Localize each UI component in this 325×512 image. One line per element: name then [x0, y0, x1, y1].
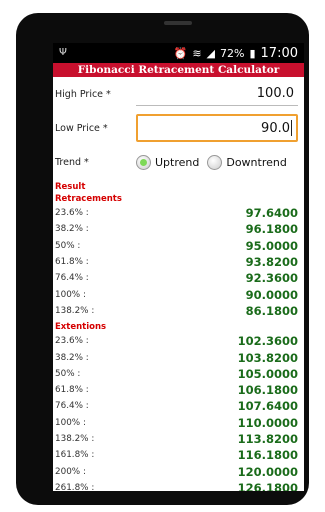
low-price-value: 90.0 — [261, 120, 290, 136]
result-row: 76.4% : 92.3600 — [53, 270, 304, 286]
level-label: 76.4% : — [55, 273, 89, 284]
radio-unchecked-icon — [207, 154, 223, 170]
result-row: 61.8% : 106.1800 — [53, 382, 304, 398]
signal-icon: ◢ — [206, 46, 216, 60]
alarm-icon: ⏰ — [173, 46, 188, 60]
phone-speaker — [164, 21, 192, 25]
level-label: 61.8% : — [55, 385, 89, 396]
result-heading: Result — [55, 182, 86, 192]
trend-row: Trend * Uptrend Downtrend — [53, 149, 304, 175]
high-price-label: High Price * — [55, 88, 111, 100]
high-price-field[interactable]: 100.0 — [136, 82, 298, 106]
result-row: 200% : 120.0000 — [53, 463, 304, 479]
result-row: 23.6% : 97.6400 — [53, 205, 304, 221]
level-value: 92.3600 — [245, 271, 298, 286]
app-title: Fibonacci Retracement Calculator — [53, 63, 304, 77]
result-row: 23.6% : 102.3600 — [53, 333, 304, 349]
result-row: 38.2% : 96.1800 — [53, 221, 304, 237]
level-value: 93.8200 — [245, 255, 298, 270]
level-label: 261.8% : — [55, 482, 95, 491]
level-value: 110.0000 — [237, 415, 298, 430]
high-price-row: High Price * 100.0 — [53, 79, 304, 109]
result-row: 161.8% : 116.1800 — [53, 447, 304, 463]
results: Result Retracements 23.6% :97.6400 38.2% … — [53, 181, 304, 491]
level-label: 100% : — [55, 417, 86, 428]
level-value: 107.6400 — [237, 399, 298, 414]
level-label: 61.8% : — [55, 257, 89, 268]
downtrend-label: Downtrend — [226, 155, 287, 169]
level-value: 90.0000 — [245, 287, 298, 302]
level-label: 100% : — [55, 289, 86, 300]
level-label: 161.8% : — [55, 450, 95, 461]
downtrend-radio[interactable]: Downtrend — [207, 154, 287, 170]
level-label: 138.2% : — [55, 434, 95, 444]
screen: Ψ ⏰ ≋ ◢ 72% ▮ 17:00 Fibonacci Retracemen… — [53, 43, 304, 491]
result-row: 76.4% : 107.6400 — [53, 398, 304, 414]
level-label: 200% : — [55, 466, 86, 477]
low-price-field[interactable]: 90.0 — [136, 114, 298, 142]
text-caret — [291, 120, 292, 136]
low-price-label: Low Price * — [55, 122, 108, 134]
usb-icon: Ψ — [59, 47, 67, 58]
extensions-heading: Extentions — [55, 322, 107, 333]
result-row: 138.2% : 113.8200 — [53, 431, 304, 447]
level-value: 95.0000 — [245, 238, 298, 253]
low-price-row: Low Price * 90.0 — [53, 111, 304, 145]
level-value: 113.8200 — [237, 432, 298, 446]
wifi-icon: ≋ — [192, 46, 202, 60]
extensions-list: 23.6% : 102.3600 38.2% : 103.8200 50% : 105.0… — [53, 333, 304, 491]
result-row: 61.8% : 93.8200 — [53, 254, 304, 270]
level-label: 38.2% : — [55, 224, 89, 235]
phone-frame: Ψ ⏰ ≋ ◢ 72% ▮ 17:00 Fibonacci Retracemen… — [16, 13, 309, 505]
level-value: 105.0000 — [237, 366, 298, 381]
level-label: 76.4% : — [55, 401, 89, 412]
result-row: 261.8% : 126.1800 — [53, 480, 304, 491]
result-row: 138.2% : 86.1800 — [53, 303, 304, 319]
radio-checked-icon — [136, 154, 151, 170]
level-value: 116.1800 — [237, 448, 298, 463]
result-row: 38.2% : 103.8200 — [53, 349, 304, 365]
trend-label: Trend * — [55, 156, 89, 168]
uptrend-label: Uptrend — [155, 155, 200, 169]
level-value: 106.1800 — [237, 383, 298, 398]
level-label: 50% : — [55, 368, 81, 379]
retracements-list: 23.6% : 97.6400 38.2% : 96.1800 50% : 95.0000… — [53, 205, 304, 319]
level-value: 103.8200 — [237, 350, 298, 365]
status-bar: Ψ ⏰ ≋ ◢ 72% ▮ 17:00 — [53, 43, 304, 63]
level-value: 96.1800 — [245, 222, 298, 237]
battery-icon: ▮ — [249, 46, 256, 60]
result-row: 50% : 95.0000 — [53, 238, 304, 254]
level-value: 86.1800 — [245, 303, 298, 318]
retracements-heading: Retracements — [55, 194, 122, 204]
level-value: 120.0000 — [237, 464, 298, 479]
level-label: 23.6% : — [55, 208, 89, 219]
battery-percent: 72% — [220, 46, 245, 60]
result-row: 100% : 90.0000 — [53, 286, 304, 302]
level-value: 126.1800 — [237, 480, 298, 491]
uptrend-radio[interactable]: Uptrend — [136, 154, 200, 170]
level-label: 23.6% : — [55, 336, 89, 347]
clock: 17:00 — [260, 45, 298, 61]
level-label: 138.2% : — [55, 305, 95, 316]
level-value: 97.6400 — [245, 206, 298, 221]
high-price-value: 100.0 — [256, 86, 294, 101]
level-value: 102.3600 — [237, 334, 298, 349]
level-label: 50% : — [55, 240, 81, 251]
result-row: 50% : 105.0000 — [53, 366, 304, 382]
level-label: 38.2% : — [55, 352, 89, 363]
result-row: 100% : 110.0000 — [53, 415, 304, 431]
